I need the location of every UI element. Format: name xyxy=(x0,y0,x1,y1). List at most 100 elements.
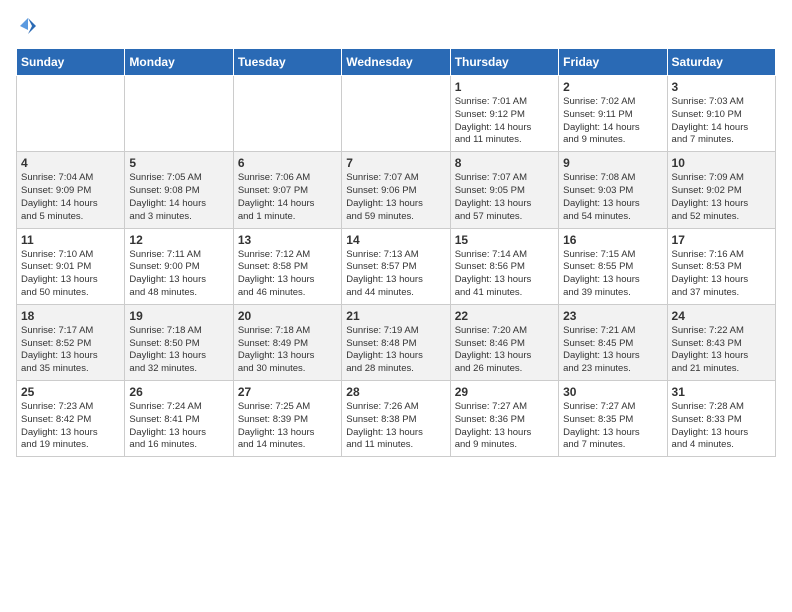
calendar-cell: 25 Sunrise: 7:23 AM Sunset: 8:42 PM Dayli… xyxy=(17,381,125,457)
calendar-header-row: SundayMondayTuesdayWednesdayThursdayFrid… xyxy=(17,49,776,76)
day-content: Sunrise: 7:02 AM Sunset: 9:11 PM Dayligh… xyxy=(563,96,662,147)
day-number: 20 xyxy=(238,309,337,323)
calendar-cell: 11 Sunrise: 7:10 AM Sunset: 9:01 PM Dayli… xyxy=(17,228,125,304)
day-number: 9 xyxy=(563,156,662,170)
calendar-cell: 12Sunrise: 7:11 AM Sunset: 9:00 PM Dayli… xyxy=(125,228,233,304)
calendar-cell: 15 Sunrise: 7:14 AM Sunset: 8:56 PM Dayli… xyxy=(450,228,558,304)
day-number: 29 xyxy=(455,385,554,399)
day-content: Sunrise: 7:18 AM Sunset: 8:50 PM Dayligh… xyxy=(129,325,228,376)
calendar-cell: 2 Sunrise: 7:02 AM Sunset: 9:11 PM Daylig… xyxy=(559,76,667,152)
calendar-cell: 27 Sunrise: 7:25 AM Sunset: 8:39 PM Dayli… xyxy=(233,381,341,457)
day-number: 6 xyxy=(238,156,337,170)
day-content: Sunrise: 7:03 AM Sunset: 9:10 PM Dayligh… xyxy=(672,96,771,147)
day-content: Sunrise: 7:16 AM Sunset: 8:53 PM Dayligh… xyxy=(672,249,771,300)
calendar-cell: 22 Sunrise: 7:20 AM Sunset: 8:46 PM Dayli… xyxy=(450,304,558,380)
day-content: Sunrise: 7:10 AM Sunset: 9:01 PM Dayligh… xyxy=(21,249,120,300)
day-number: 31 xyxy=(672,385,771,399)
calendar-cell: 28 Sunrise: 7:26 AM Sunset: 8:38 PM Dayli… xyxy=(342,381,450,457)
day-content: Sunrise: 7:26 AM Sunset: 8:38 PM Dayligh… xyxy=(346,401,445,452)
day-number: 25 xyxy=(21,385,120,399)
calendar-cell xyxy=(233,76,341,152)
day-content: Sunrise: 7:24 AM Sunset: 8:41 PM Dayligh… xyxy=(129,401,228,452)
calendar-cell xyxy=(342,76,450,152)
day-number: 15 xyxy=(455,233,554,247)
day-number: 17 xyxy=(672,233,771,247)
calendar-week-row: 11 Sunrise: 7:10 AM Sunset: 9:01 PM Dayli… xyxy=(17,228,776,304)
calendar-week-row: 18 Sunrise: 7:17 AM Sunset: 8:52 PM Dayli… xyxy=(17,304,776,380)
calendar-cell: 6 Sunrise: 7:06 AM Sunset: 9:07 PM Daylig… xyxy=(233,152,341,228)
calendar-cell: 3 Sunrise: 7:03 AM Sunset: 9:10 PM Daylig… xyxy=(667,76,775,152)
calendar-cell: 16Sunrise: 7:15 AM Sunset: 8:55 PM Dayli… xyxy=(559,228,667,304)
day-content: Sunrise: 7:27 AM Sunset: 8:35 PM Dayligh… xyxy=(563,401,662,452)
day-content: Sunrise: 7:14 AM Sunset: 8:56 PM Dayligh… xyxy=(455,249,554,300)
page-header xyxy=(16,16,776,36)
day-number: 26 xyxy=(129,385,228,399)
day-content: Sunrise: 7:19 AM Sunset: 8:48 PM Dayligh… xyxy=(346,325,445,376)
day-content: Sunrise: 7:18 AM Sunset: 8:49 PM Dayligh… xyxy=(238,325,337,376)
day-content: Sunrise: 7:21 AM Sunset: 8:45 PM Dayligh… xyxy=(563,325,662,376)
calendar-cell: 4Sunrise: 7:04 AM Sunset: 9:09 PM Daylig… xyxy=(17,152,125,228)
day-content: Sunrise: 7:08 AM Sunset: 9:03 PM Dayligh… xyxy=(563,172,662,223)
day-content: Sunrise: 7:12 AM Sunset: 8:58 PM Dayligh… xyxy=(238,249,337,300)
day-number: 8 xyxy=(455,156,554,170)
calendar-cell: 29 Sunrise: 7:27 AM Sunset: 8:36 PM Dayli… xyxy=(450,381,558,457)
day-content: Sunrise: 7:27 AM Sunset: 8:36 PM Dayligh… xyxy=(455,401,554,452)
calendar-cell: 7 Sunrise: 7:07 AM Sunset: 9:06 PM Daylig… xyxy=(342,152,450,228)
calendar-cell: 30 Sunrise: 7:27 AM Sunset: 8:35 PM Dayli… xyxy=(559,381,667,457)
day-content: Sunrise: 7:28 AM Sunset: 8:33 PM Dayligh… xyxy=(672,401,771,452)
weekday-header-wednesday: Wednesday xyxy=(342,49,450,76)
day-content: Sunrise: 7:09 AM Sunset: 9:02 PM Dayligh… xyxy=(672,172,771,223)
day-content: Sunrise: 7:15 AM Sunset: 8:55 PM Dayligh… xyxy=(563,249,662,300)
day-content: Sunrise: 7:23 AM Sunset: 8:42 PM Dayligh… xyxy=(21,401,120,452)
day-number: 27 xyxy=(238,385,337,399)
calendar-cell: 14 Sunrise: 7:13 AM Sunset: 8:57 PM Dayli… xyxy=(342,228,450,304)
calendar-table: SundayMondayTuesdayWednesdayThursdayFrid… xyxy=(16,48,776,457)
day-number: 23 xyxy=(563,309,662,323)
calendar-cell: 5Sunrise: 7:05 AM Sunset: 9:08 PM Daylig… xyxy=(125,152,233,228)
day-content: Sunrise: 7:01 AM Sunset: 9:12 PM Dayligh… xyxy=(455,96,554,147)
day-content: Sunrise: 7:04 AM Sunset: 9:09 PM Dayligh… xyxy=(21,172,120,223)
day-number: 28 xyxy=(346,385,445,399)
day-content: Sunrise: 7:17 AM Sunset: 8:52 PM Dayligh… xyxy=(21,325,120,376)
logo xyxy=(16,16,38,36)
day-number: 12 xyxy=(129,233,228,247)
logo-icon xyxy=(18,16,38,36)
calendar-cell: 13 Sunrise: 7:12 AM Sunset: 8:58 PM Dayli… xyxy=(233,228,341,304)
day-content: Sunrise: 7:22 AM Sunset: 8:43 PM Dayligh… xyxy=(672,325,771,376)
day-number: 21 xyxy=(346,309,445,323)
calendar-cell: 26 Sunrise: 7:24 AM Sunset: 8:41 PM Dayli… xyxy=(125,381,233,457)
weekday-header-thursday: Thursday xyxy=(450,49,558,76)
day-number: 24 xyxy=(672,309,771,323)
day-number: 18 xyxy=(21,309,120,323)
weekday-header-tuesday: Tuesday xyxy=(233,49,341,76)
day-number: 2 xyxy=(563,80,662,94)
day-number: 3 xyxy=(672,80,771,94)
calendar-cell: 10 Sunrise: 7:09 AM Sunset: 9:02 PM Dayli… xyxy=(667,152,775,228)
weekday-header-sunday: Sunday xyxy=(17,49,125,76)
calendar-cell: 24 Sunrise: 7:22 AM Sunset: 8:43 PM Dayli… xyxy=(667,304,775,380)
calendar-week-row: 1 Sunrise: 7:01 AM Sunset: 9:12 PM Daylig… xyxy=(17,76,776,152)
calendar-cell: 1 Sunrise: 7:01 AM Sunset: 9:12 PM Daylig… xyxy=(450,76,558,152)
day-number: 1 xyxy=(455,80,554,94)
calendar-cell: 17 Sunrise: 7:16 AM Sunset: 8:53 PM Dayli… xyxy=(667,228,775,304)
calendar-cell: 20 Sunrise: 7:18 AM Sunset: 8:49 PM Dayli… xyxy=(233,304,341,380)
day-number: 13 xyxy=(238,233,337,247)
day-number: 14 xyxy=(346,233,445,247)
day-number: 7 xyxy=(346,156,445,170)
calendar-cell: 21 Sunrise: 7:19 AM Sunset: 8:48 PM Dayli… xyxy=(342,304,450,380)
day-content: Sunrise: 7:06 AM Sunset: 9:07 PM Dayligh… xyxy=(238,172,337,223)
calendar-cell: 18 Sunrise: 7:17 AM Sunset: 8:52 PM Dayli… xyxy=(17,304,125,380)
day-content: Sunrise: 7:07 AM Sunset: 9:06 PM Dayligh… xyxy=(346,172,445,223)
day-content: Sunrise: 7:25 AM Sunset: 8:39 PM Dayligh… xyxy=(238,401,337,452)
day-content: Sunrise: 7:05 AM Sunset: 9:08 PM Dayligh… xyxy=(129,172,228,223)
day-number: 11 xyxy=(21,233,120,247)
day-number: 22 xyxy=(455,309,554,323)
day-content: Sunrise: 7:13 AM Sunset: 8:57 PM Dayligh… xyxy=(346,249,445,300)
day-number: 30 xyxy=(563,385,662,399)
weekday-header-saturday: Saturday xyxy=(667,49,775,76)
calendar-cell xyxy=(17,76,125,152)
day-content: Sunrise: 7:20 AM Sunset: 8:46 PM Dayligh… xyxy=(455,325,554,376)
calendar-cell xyxy=(125,76,233,152)
calendar-week-row: 4Sunrise: 7:04 AM Sunset: 9:09 PM Daylig… xyxy=(17,152,776,228)
day-number: 10 xyxy=(672,156,771,170)
